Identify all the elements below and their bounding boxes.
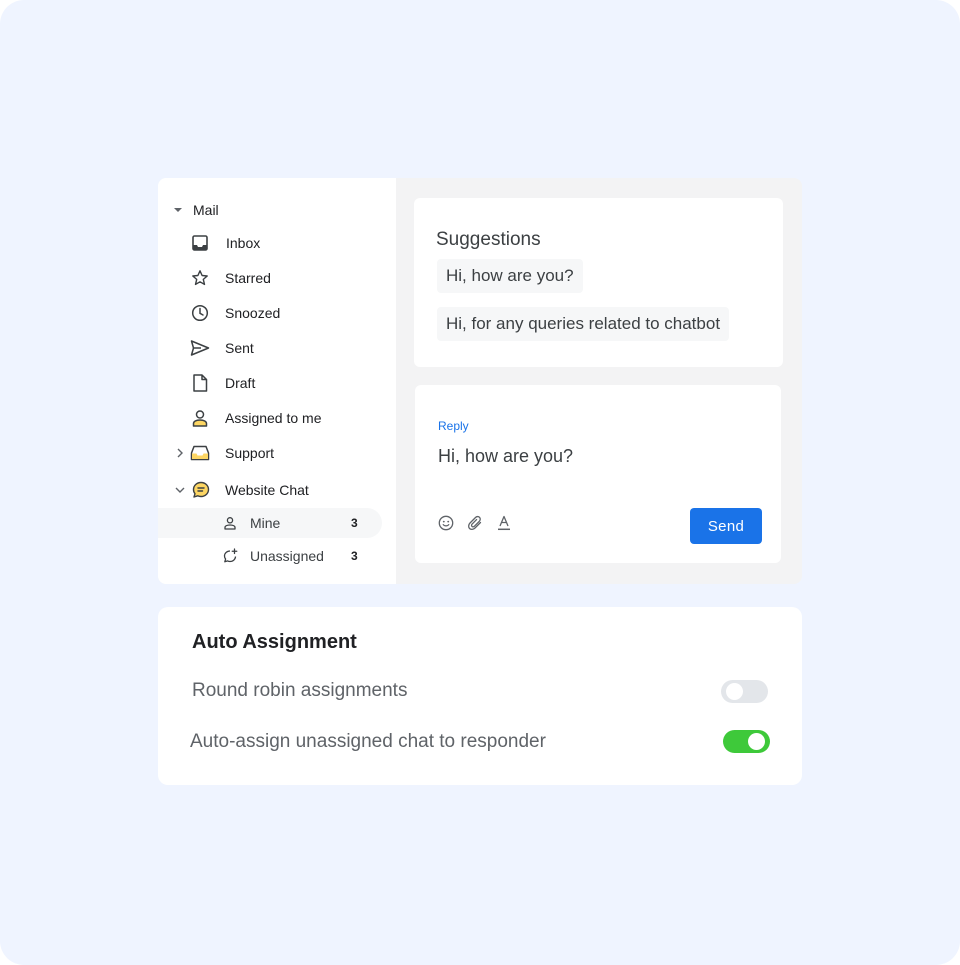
mail-panel: Mail Inbox Starred Snoozed Sent Draft As… — [158, 178, 802, 584]
sidebar-item-website-chat[interactable]: Website Chat — [158, 475, 396, 505]
round-robin-toggle[interactable] — [721, 680, 768, 703]
sidebar-section-mail[interactable]: Mail — [158, 195, 396, 225]
sidebar: Mail Inbox Starred Snoozed Sent Draft As… — [158, 178, 396, 584]
inbox-tray-icon — [190, 443, 210, 463]
sidebar-item-label: Draft — [225, 375, 256, 391]
sidebar-subitem-label: Mine — [250, 515, 281, 531]
sidebar-section-label: Mail — [193, 202, 219, 218]
suggestion-chip[interactable]: Hi, how are you? — [437, 259, 583, 293]
auto-assignment-card: Auto Assignment Round robin assignments … — [158, 607, 802, 785]
sidebar-subitem-mine[interactable]: Mine 3 — [158, 508, 382, 538]
auto-assign-toggle[interactable] — [723, 730, 770, 753]
reply-label: Reply — [438, 419, 469, 433]
sidebar-item-starred[interactable]: Starred — [158, 263, 396, 293]
count-badge: 3 — [351, 549, 358, 563]
toggle-knob — [726, 683, 743, 700]
inbox-icon — [190, 233, 210, 253]
count-badge: 3 — [351, 516, 358, 530]
chevron-right-icon — [174, 447, 186, 459]
chat-add-icon — [220, 546, 240, 566]
sidebar-item-label: Assigned to me — [225, 410, 322, 426]
sidebar-item-label: Sent — [225, 340, 254, 356]
option-label-auto-assign: Auto-assign unassigned chat to responder — [190, 731, 546, 752]
emoji-icon[interactable] — [437, 514, 455, 532]
sidebar-subitem-unassigned[interactable]: Unassigned 3 — [158, 541, 396, 571]
text-format-icon[interactable] — [495, 514, 513, 532]
page-background: Mail Inbox Starred Snoozed Sent Draft As… — [0, 0, 960, 965]
sidebar-item-support[interactable]: Support — [158, 438, 396, 468]
sidebar-item-label: Starred — [225, 270, 271, 286]
toggle-knob — [748, 733, 765, 750]
star-icon — [190, 268, 210, 288]
option-label-round-robin: Round robin assignments — [192, 680, 408, 701]
sidebar-item-sent[interactable]: Sent — [158, 333, 396, 363]
file-icon — [190, 373, 210, 393]
caret-down-icon — [172, 204, 184, 216]
sidebar-item-label: Inbox — [226, 235, 261, 251]
suggestions-card: Suggestions Hi, how are you? Hi, for any… — [414, 198, 783, 367]
sidebar-item-snoozed[interactable]: Snoozed — [158, 298, 396, 328]
send-icon — [190, 338, 210, 358]
suggestion-chip[interactable]: Hi, for any queries related to chatbot — [437, 307, 730, 341]
send-button[interactable]: Send — [690, 508, 762, 544]
reply-input[interactable]: Hi, how are you? — [438, 446, 573, 467]
auto-assignment-title: Auto Assignment — [192, 631, 357, 653]
suggestions-title: Suggestions — [436, 229, 541, 250]
sidebar-item-label: Website Chat — [225, 482, 309, 498]
sidebar-item-draft[interactable]: Draft — [158, 368, 396, 398]
sidebar-item-inbox[interactable]: Inbox — [158, 228, 396, 258]
sidebar-item-label: Support — [225, 445, 275, 461]
chevron-down-icon — [174, 484, 186, 496]
sidebar-item-label: Snoozed — [225, 305, 281, 321]
chat-bubble-icon — [191, 480, 211, 500]
person-outline-icon — [220, 513, 240, 533]
attach-icon[interactable] — [466, 514, 484, 532]
sidebar-item-assigned-to-me[interactable]: Assigned to me — [158, 403, 396, 433]
reply-composer: Reply Hi, how are you? Send — [415, 385, 781, 563]
sidebar-subitem-label: Unassigned — [250, 548, 324, 564]
clock-icon — [190, 303, 210, 323]
person-icon — [190, 408, 210, 428]
